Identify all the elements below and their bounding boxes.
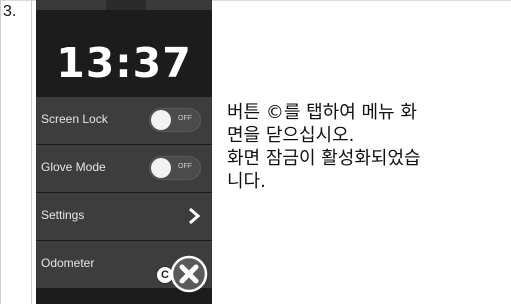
toggle-state-label: OFF [178,115,192,122]
frame-left-border [0,0,1,304]
menu-item-label: Screen Lock [41,112,108,126]
menu-item-label: Glove Mode [41,160,106,174]
toggle-knob [151,158,171,178]
chevron-right-icon [189,207,201,225]
instruction-line: 면을 닫으십시오. [227,125,355,146]
top-bar-segment [146,0,212,10]
instruction-line: 니다. [227,171,266,192]
menu-item-label: Odometer [41,256,95,270]
frame-column-divider [31,0,32,304]
close-menu-button[interactable] [170,255,208,293]
instruction-line: 버튼 ©를 탭하여 메뉴 화 [227,102,417,123]
top-bar-segment [36,0,106,10]
toggle-state-label: OFF [178,163,192,170]
screen-lock-toggle[interactable]: OFF [149,108,201,132]
menu-item-label: Settings [41,208,85,222]
phone-top-bar [36,0,212,10]
menu-item-glove-mode[interactable]: Glove Mode OFF [36,145,212,193]
phone-screen: 13:37 Screen Lock OFF Glove Mode OFF Set… [36,0,212,304]
instruction-line: 화면 잠금이 활성화되었습 [227,148,421,169]
instruction-text: 버튼 ©를 탭하여 메뉴 화 면을 닫으십시오. 화면 잠금이 활성화되었습 니… [227,101,507,193]
glove-mode-toggle[interactable]: OFF [149,156,201,180]
menu-item-settings[interactable]: Settings [36,193,212,241]
clock-display: 13:37 [56,39,192,87]
toggle-knob [151,110,171,130]
step-number: 3. [3,3,17,20]
menu-item-screen-lock[interactable]: Screen Lock OFF [36,97,212,145]
